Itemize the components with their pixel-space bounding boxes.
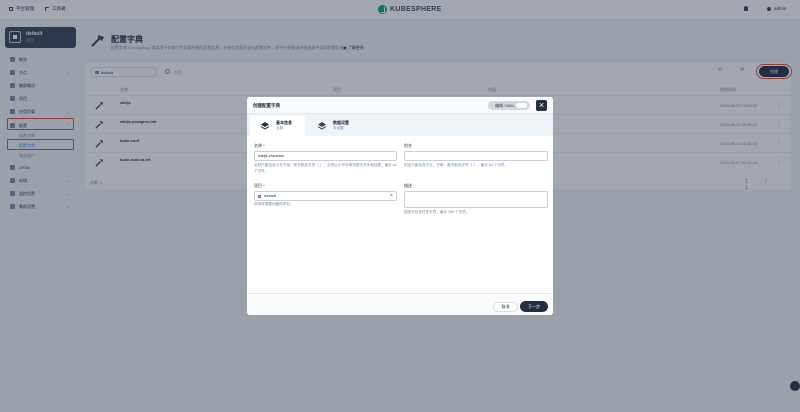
description-field[interactable] — [404, 191, 548, 208]
description-help: 描述可包含任意字符，最长 256 个字符。 — [404, 210, 470, 214]
tab-data-settings[interactable]: 数据设置 未设置 — [307, 116, 362, 136]
name-field[interactable]: wikijs-zhparser — [254, 151, 397, 161]
name-label: 名称 * — [254, 143, 265, 148]
description-label: 描述 — [404, 183, 412, 188]
layers-icon — [260, 122, 270, 130]
dialog-title: 创建配置字典 — [253, 103, 280, 108]
project-label: 项目 * — [254, 183, 265, 188]
project-value: default — [264, 193, 277, 198]
namespace-icon — [258, 195, 261, 198]
project-help: 选择资源要创建的项目。 — [254, 202, 294, 206]
alias-help: 别名只能包含中文、字母、数字和连字符（-），最长 63 个字符。 — [404, 163, 509, 167]
tab-status: 未设置 — [333, 126, 344, 130]
tab-basic-info[interactable]: 基本信息 当前 — [250, 116, 305, 136]
alias-label: 别名 — [404, 143, 412, 148]
name-help: 名称只能包含小写字母、数字和连字符（-），必须以小写字母或数字开头和结尾，最长 … — [254, 163, 397, 173]
edit-yaml-label: 编辑 YAML — [495, 103, 515, 108]
create-configmap-dialog: 创建配置字典 编辑 YAML × 基本信息 当前 数据设置 未设置 名称 * w… — [247, 97, 553, 315]
cancel-button[interactable]: 取消 — [493, 302, 518, 312]
close-icon: × — [538, 100, 545, 110]
next-button[interactable]: 下一步 — [520, 301, 548, 312]
help-icon[interactable] — [790, 381, 800, 391]
tab-status: 当前 — [276, 126, 284, 130]
step-tabs: 基本信息 当前 数据设置 未设置 — [247, 114, 553, 136]
clear-icon[interactable]: × — [390, 192, 393, 200]
close-button[interactable]: × — [536, 100, 547, 111]
edit-yaml-toggle[interactable]: 编辑 YAML — [488, 101, 530, 110]
alias-field[interactable] — [404, 151, 548, 161]
layers-icon — [317, 122, 327, 130]
project-select[interactable]: default × — [254, 191, 397, 201]
toggle-knob — [516, 103, 527, 108]
dialog-header: 创建配置字典 编辑 YAML × — [247, 97, 553, 114]
